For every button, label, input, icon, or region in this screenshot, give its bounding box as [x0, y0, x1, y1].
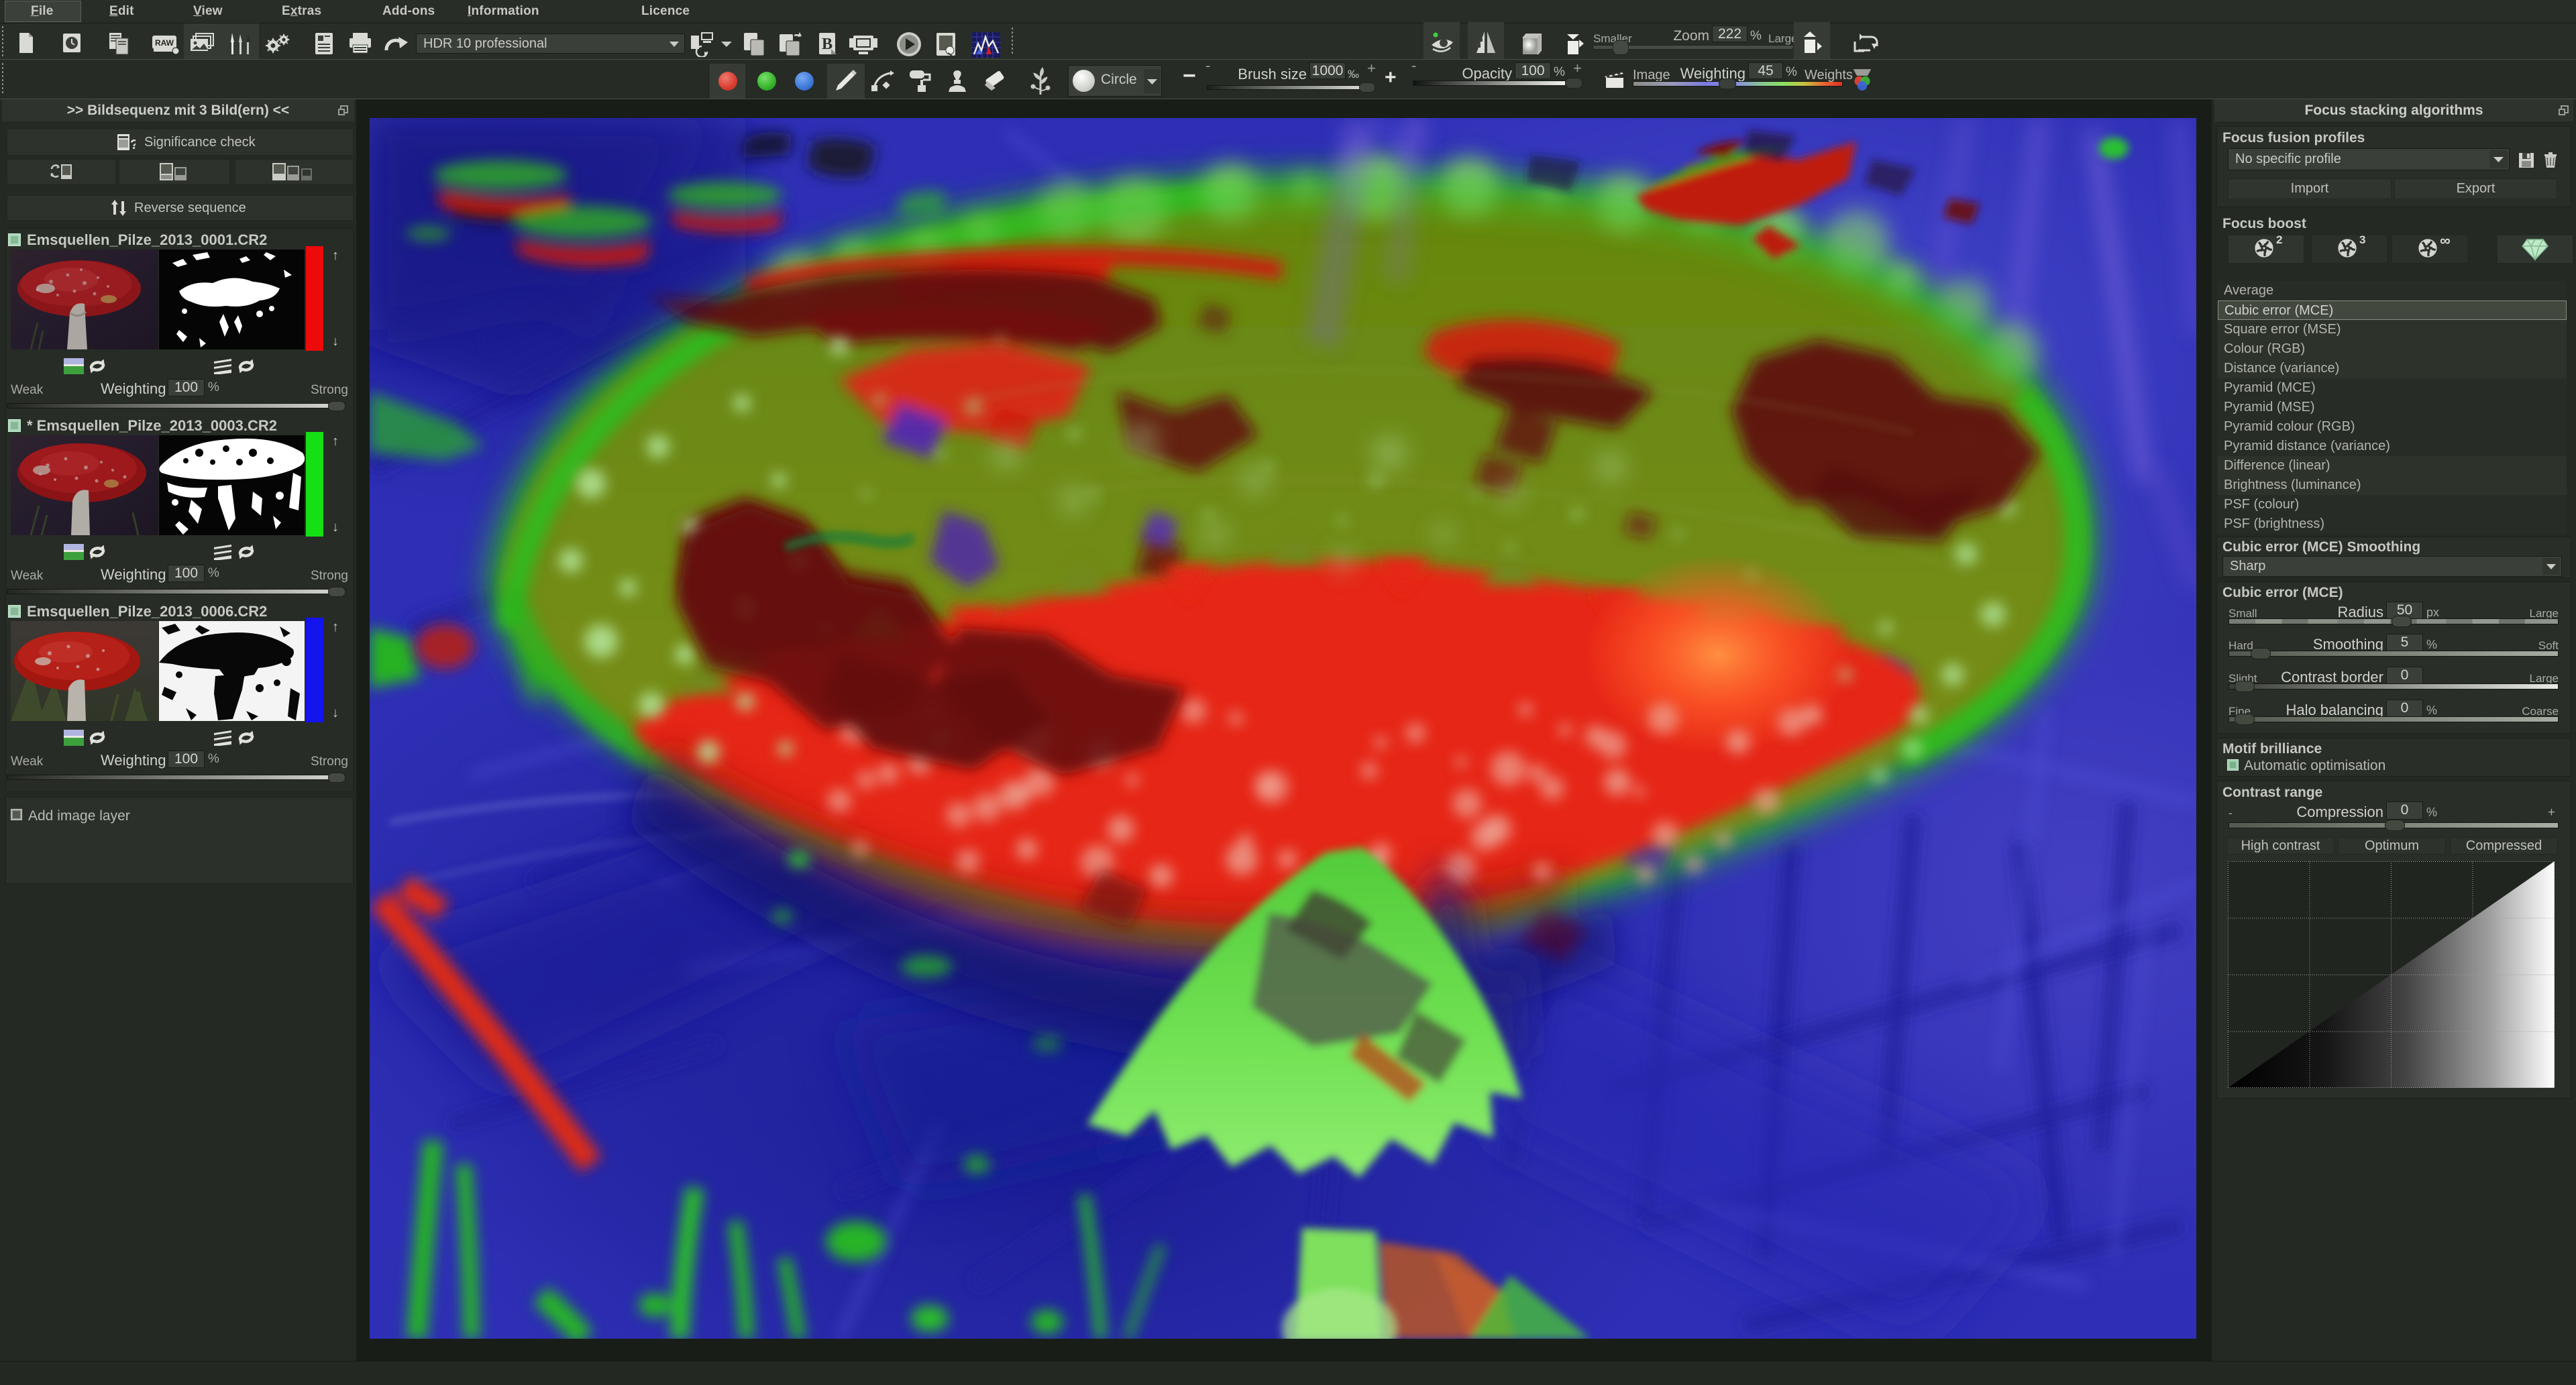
svg-text:B: B: [822, 36, 833, 53]
svg-text:?: ?: [130, 137, 136, 152]
svg-text:RAW: RAW: [155, 38, 174, 48]
